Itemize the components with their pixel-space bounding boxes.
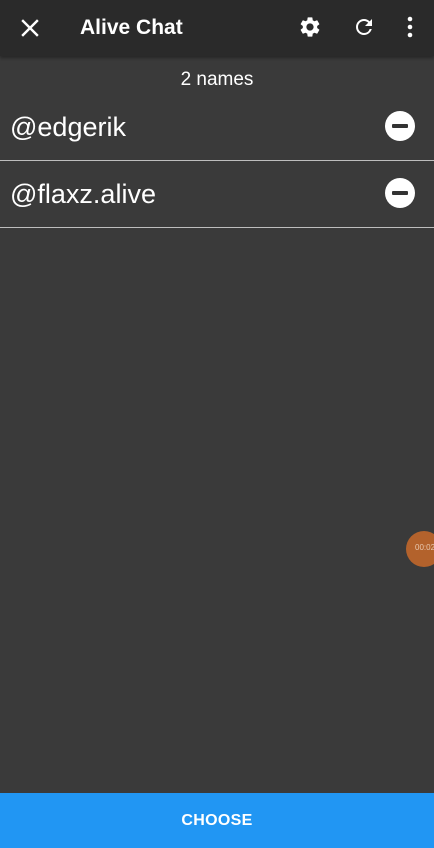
names-list: @edgerik @flaxz.alive [0, 94, 434, 228]
close-button[interactable] [14, 12, 46, 44]
refresh-icon [356, 19, 372, 35]
timer-text: 00:02 [415, 543, 434, 552]
refresh-button[interactable] [349, 12, 379, 42]
list-item-name: @edgerik [10, 112, 126, 142]
settings-button[interactable] [295, 12, 325, 42]
close-icon [21, 19, 39, 37]
more-vertical-icon [407, 16, 413, 38]
app-bar: Alive Chat [0, 0, 434, 56]
minus-circle-icon [392, 124, 408, 128]
app-title: Alive Chat [80, 16, 183, 39]
choose-button[interactable]: CHOOSE [0, 793, 434, 848]
more-options-button[interactable] [396, 12, 424, 42]
minus-circle-icon [392, 191, 408, 195]
gear-icon [300, 17, 320, 37]
list-item: @edgerik [0, 94, 434, 161]
list-item: @flaxz.alive [0, 161, 434, 228]
floating-timer-bubble[interactable]: 00:02 [406, 531, 434, 567]
list-item-name: @flaxz.alive [10, 179, 156, 209]
remove-button[interactable] [385, 178, 415, 208]
names-count: 2 names [180, 69, 254, 90]
remove-button[interactable] [385, 111, 415, 141]
